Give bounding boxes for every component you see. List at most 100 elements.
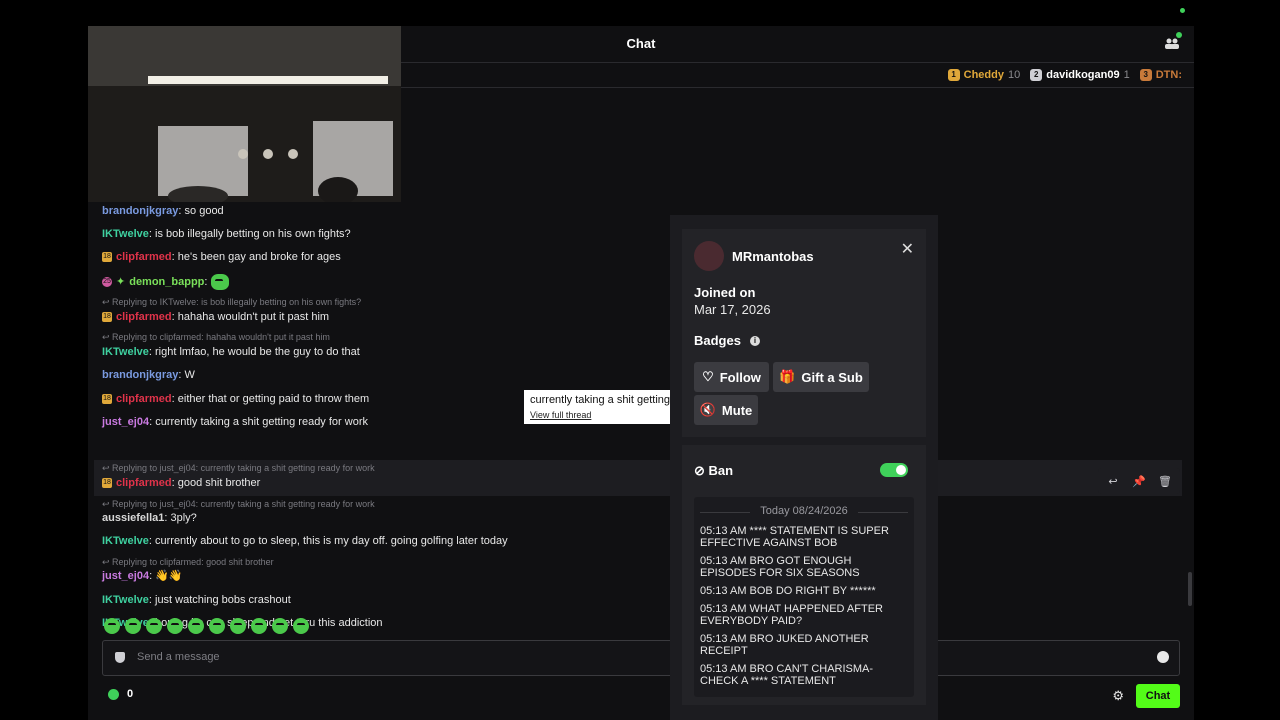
message-username[interactable]: IKTwelve <box>102 228 149 240</box>
gear-icon[interactable]: ⚙ <box>1112 688 1124 704</box>
emote-icon[interactable] <box>293 618 309 634</box>
message-username[interactable]: just_ej04 <box>102 570 149 582</box>
message-input-placeholder: Send a message <box>137 651 220 663</box>
emote-icon[interactable] <box>104 618 120 634</box>
chat-message[interactable]: 18 clipfarmed: either that or getting pai… <box>102 392 369 406</box>
history-item: 05:13 AM WHAT HAPPENED AFTER EVERYBODY P… <box>700 603 883 627</box>
rank-badge: 2 <box>1030 68 1043 81</box>
message-input[interactable]: Send a message <box>102 640 1180 676</box>
chat-message[interactable]: IKTwelve: currently about to go to sleep… <box>102 534 508 548</box>
chat-message[interactable]: just_ej04: currently taking a shit getti… <box>102 415 368 429</box>
chat-message[interactable]: brandonjkgray: W <box>102 368 195 382</box>
chat-message[interactable]: IKTwelve: is bob illegally betting on hi… <box>102 227 351 241</box>
message-username[interactable]: clipfarmed <box>116 311 172 323</box>
message-username[interactable]: IKTwelve <box>102 535 149 547</box>
sub-badge: 25 <box>102 277 112 287</box>
reply-reference[interactable]: ↩ Replying to IKTwelve: is bob illegally… <box>102 297 361 308</box>
hand-emoji-icon: 👋👋 <box>155 570 183 582</box>
chat-message[interactable]: aussiefella1: 3ply? <box>102 511 197 525</box>
reply-icon[interactable]: ↩ <box>1102 470 1124 492</box>
emote-icon[interactable] <box>188 618 204 634</box>
emote-icon[interactable] <box>272 618 288 634</box>
message-username[interactable]: aussiefella1 <box>102 512 164 524</box>
pin-icon[interactable]: 📌 <box>1128 470 1150 492</box>
message-text: he's been gay and broke for ages <box>177 251 341 263</box>
chat-message[interactable]: brandonjkgray: so good <box>102 204 224 218</box>
emote-icon[interactable] <box>209 618 225 634</box>
reply-thread-tooltip: currently taking a shit getting View ful… <box>524 390 672 424</box>
message-text: currently taking a shit getting ready fo… <box>155 416 368 428</box>
reply-reference[interactable]: ↩ Replying to clipfarmed: hahaha wouldn'… <box>102 332 330 343</box>
message-username[interactable]: clipfarmed <box>116 251 172 263</box>
message-text: right lmfao, he would be the guy to do t… <box>155 346 360 358</box>
message-text: hahaha wouldn't put it past him <box>177 311 330 323</box>
reply-reference[interactable]: ↩ Replying to just_ej04: currently takin… <box>102 463 375 474</box>
chat-send-button[interactable]: Chat <box>1136 684 1180 708</box>
emote-icon[interactable] <box>230 618 246 634</box>
reply-reference[interactable]: ↩ Replying to clipfarmed: good shit brot… <box>102 557 274 568</box>
chat-panel: Chat 1 Cheddy 10 2 davidkogan09 1 3 DTN: <box>88 26 1194 720</box>
scrollbar[interactable] <box>1188 572 1192 606</box>
message-username[interactable]: clipfarmed <box>116 477 172 489</box>
history-item: 05:13 AM BRO JUKED ANOTHER RECEIPT <box>700 633 869 657</box>
chat-message[interactable]: just_ej04: 👋👋 <box>102 569 183 583</box>
leaderboard-name: DTN: <box>1155 68 1182 81</box>
follow-button[interactable]: ♡ Follow <box>694 362 769 392</box>
moderation-card: ⊘ Ban Today 08/24/2026 05:13 AM **** STA… <box>682 445 926 705</box>
chat-message[interactable]: 18 clipfarmed: good shit brother <box>102 476 260 490</box>
message-username[interactable]: just_ej04 <box>102 416 149 428</box>
message-text: just watching bobs crashout <box>155 594 291 606</box>
gift-icon: 🎁 <box>779 369 796 384</box>
chat-message[interactable]: IKTwelve: just watching bobs crashout <box>102 593 291 607</box>
points-icon <box>108 688 119 700</box>
mute-button[interactable]: 🔇 Mute <box>694 395 758 425</box>
stream-video[interactable] <box>88 26 401 202</box>
emoji-picker-icon[interactable] <box>1157 651 1169 663</box>
profile-username[interactable]: MRmantobas <box>732 249 814 264</box>
leaderboard-entry[interactable]: 1 Cheddy 10 <box>947 68 1021 81</box>
chat-message[interactable]: 18 clipfarmed: hahaha wouldn't put it pas… <box>102 310 329 324</box>
emote-icon[interactable] <box>146 618 162 634</box>
leaderboard-count: 10 <box>1007 68 1021 81</box>
message-username[interactable]: brandonjkgray <box>102 369 178 381</box>
sub-badge: 18 <box>102 394 112 405</box>
message-username[interactable]: clipfarmed <box>116 393 172 405</box>
leaderboard-count: 1 <box>1123 68 1130 81</box>
info-icon[interactable]: i <box>750 336 760 346</box>
reply-reference[interactable]: ↩ Replying to just_ej04: currently takin… <box>102 499 375 510</box>
gifter-leaderboard: 1 Cheddy 10 2 davidkogan09 1 3 DTN: <box>942 62 1182 87</box>
points-value: 0 <box>127 688 134 700</box>
message-username[interactable]: demon_bappp <box>129 276 204 288</box>
ban-toggle[interactable] <box>880 463 908 477</box>
message-username[interactable]: IKTwelve <box>102 346 149 358</box>
message-text: 3ply? <box>170 512 197 524</box>
rank-badge: 1 <box>947 68 960 81</box>
sub-badge: 18 <box>102 478 112 489</box>
log-date: Today 08/24/2026 <box>694 505 914 517</box>
trash-icon[interactable]: 🗑 <box>1154 470 1176 492</box>
emote-icon[interactable] <box>251 618 267 634</box>
message-text: good shit brother <box>177 477 261 489</box>
chat-message[interactable]: 18 clipfarmed: he's been gay and broke fo… <box>102 250 341 264</box>
view-thread-link[interactable]: View full thread <box>530 410 591 420</box>
leaderboard-entry[interactable]: 3 DTN: <box>1139 68 1182 81</box>
message-actions: ↩ 📌 🗑 <box>1098 468 1180 494</box>
avatar[interactable] <box>694 241 724 271</box>
history-item: 05:13 AM BRO GOT ENOUGH EPISODES FOR SIX… <box>700 555 860 579</box>
emote-icon[interactable] <box>167 618 183 634</box>
chat-message[interactable]: IKTwelve: right lmfao, he would be the g… <box>102 345 360 359</box>
gift-sub-button[interactable]: 🎁 Gift a Sub <box>773 362 869 392</box>
close-icon[interactable]: ✕ <box>901 239 914 259</box>
chat-message[interactable]: 25 ✦ demon_bappp: <box>102 274 229 290</box>
message-text: so good <box>184 205 224 217</box>
history-item: 05:13 AM BRO CAN'T CHARISMA-CHECK A ****… <box>700 663 874 687</box>
message-username[interactable]: IKTwelve <box>102 594 149 606</box>
message-history: Today 08/24/2026 05:13 AM **** STATEMENT… <box>694 497 914 697</box>
badges-label: Badges <box>694 333 741 348</box>
channel-points[interactable]: 0 <box>108 688 133 700</box>
message-username[interactable]: brandonjkgray <box>102 205 178 217</box>
user-profile-popover: MRmantobas ✕ Joined on Mar 17, 2026 Badg… <box>670 215 938 720</box>
leaderboard-entry[interactable]: 2 davidkogan09 1 <box>1030 68 1130 81</box>
tooltip-text: currently taking a shit getting <box>530 394 671 406</box>
emote-icon[interactable] <box>125 618 141 634</box>
